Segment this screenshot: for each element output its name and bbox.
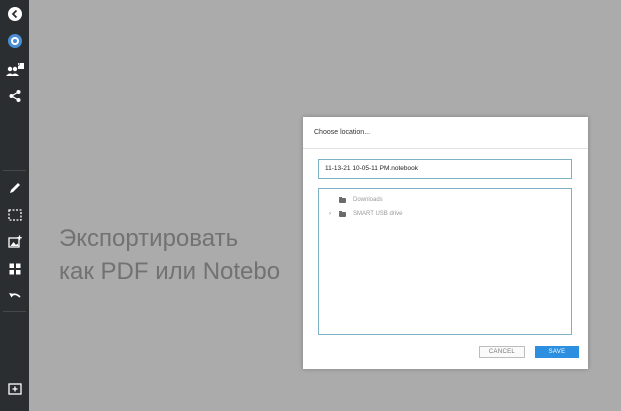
add-page-button[interactable] — [0, 377, 29, 401]
save-button[interactable]: SAVE — [535, 346, 579, 358]
add-image-button[interactable] — [0, 230, 29, 254]
export-caption-line1: Экспортировать — [59, 225, 239, 252]
dialog-divider — [303, 148, 588, 149]
folder-tree[interactable]: Downloads › SMART USB drive — [318, 188, 572, 335]
sidebar-divider — [3, 170, 26, 171]
participants-badge: 0 — [17, 62, 20, 68]
undo-button[interactable] — [0, 285, 29, 309]
folder-icon — [339, 210, 346, 217]
app-logo-icon — [7, 34, 22, 48]
select-icon — [7, 209, 22, 221]
cancel-button[interactable]: CANCEL — [479, 346, 525, 358]
export-caption-line2: как PDF или Notebo — [59, 258, 281, 285]
back-button[interactable] — [0, 2, 29, 26]
folder-item-smart-usb-drive[interactable]: › SMART USB drive — [329, 210, 403, 217]
app-logo-button[interactable] — [0, 29, 29, 53]
folder-label: Downloads — [353, 197, 383, 203]
undo-icon — [8, 293, 21, 298]
folder-icon — [339, 196, 346, 203]
pen-icon — [9, 183, 20, 193]
add-image-icon — [7, 235, 22, 248]
chevron-right-icon[interactable]: › — [329, 211, 339, 217]
export-caption: Экспортировать как PDF или Notebo — [59, 222, 302, 288]
participants-icon — [5, 63, 24, 76]
folder-label: SMART USB drive — [353, 211, 403, 217]
folder-item-downloads[interactable]: Downloads — [329, 196, 383, 203]
share-icon — [9, 90, 20, 102]
back-icon — [7, 7, 22, 21]
add-page-icon — [7, 383, 22, 395]
sidebar: 0 — [0, 0, 29, 411]
widgets-icon — [9, 263, 20, 275]
filename-field[interactable]: 11-13-21 10-05-11 PM.notebook — [318, 159, 572, 179]
dialog-title: Choose location... — [314, 129, 371, 136]
select-button[interactable] — [0, 203, 29, 227]
share-button[interactable] — [0, 84, 29, 108]
widgets-button[interactable] — [0, 257, 29, 281]
choose-location-dialog: Choose location... 11-13-21 10-05-11 PM.… — [303, 117, 588, 369]
participants-button[interactable]: 0 — [0, 58, 29, 82]
pen-button[interactable] — [0, 176, 29, 200]
sidebar-divider — [3, 311, 26, 312]
